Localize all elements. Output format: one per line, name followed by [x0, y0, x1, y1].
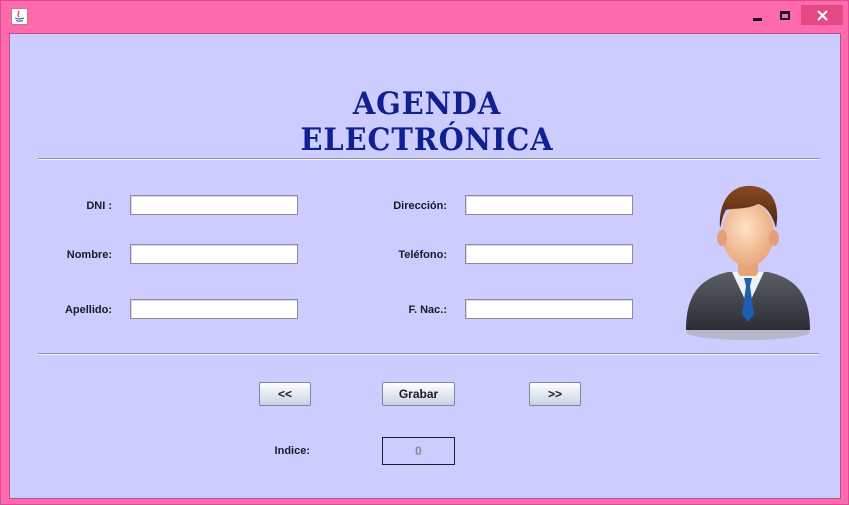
direccion-label: Dirección: [393, 200, 447, 212]
telefono-label: Teléfono: [398, 249, 447, 261]
minimize-button[interactable] [746, 5, 768, 25]
app-window: AGENDA ELECTRÓNICA DNI : Nombre: Apellid… [0, 0, 849, 505]
fnac-label: F. Nac.: [408, 304, 447, 316]
indice-value: 0 [382, 437, 455, 465]
top-separator [38, 158, 819, 160]
fnac-field[interactable] [465, 299, 633, 319]
user-avatar-icon [686, 185, 810, 340]
apellido-field[interactable] [130, 299, 298, 319]
page-title: AGENDA ELECTRÓNICA [300, 86, 554, 158]
minimize-icon [752, 17, 762, 21]
direccion-field[interactable] [465, 195, 633, 215]
indice-label: Indice: [274, 445, 310, 457]
dni-label: DNI : [86, 200, 112, 212]
main-panel: AGENDA ELECTRÓNICA DNI : Nombre: Apellid… [9, 33, 841, 499]
nombre-field[interactable] [130, 244, 298, 264]
close-icon [816, 9, 828, 21]
next-button[interactable]: >> [529, 382, 581, 406]
previous-button[interactable]: << [259, 382, 311, 406]
dni-field[interactable] [130, 195, 298, 215]
java-icon[interactable] [11, 8, 28, 25]
nombre-label: Nombre: [66, 249, 112, 261]
apellido-label: Apellido: [64, 304, 112, 316]
title-bar[interactable] [1, 1, 849, 31]
maximize-button[interactable] [774, 5, 796, 25]
bottom-separator [38, 353, 819, 355]
save-button[interactable]: Grabar [382, 382, 455, 406]
maximize-icon [780, 10, 790, 20]
close-button[interactable] [801, 5, 843, 25]
telefono-field[interactable] [465, 244, 633, 264]
